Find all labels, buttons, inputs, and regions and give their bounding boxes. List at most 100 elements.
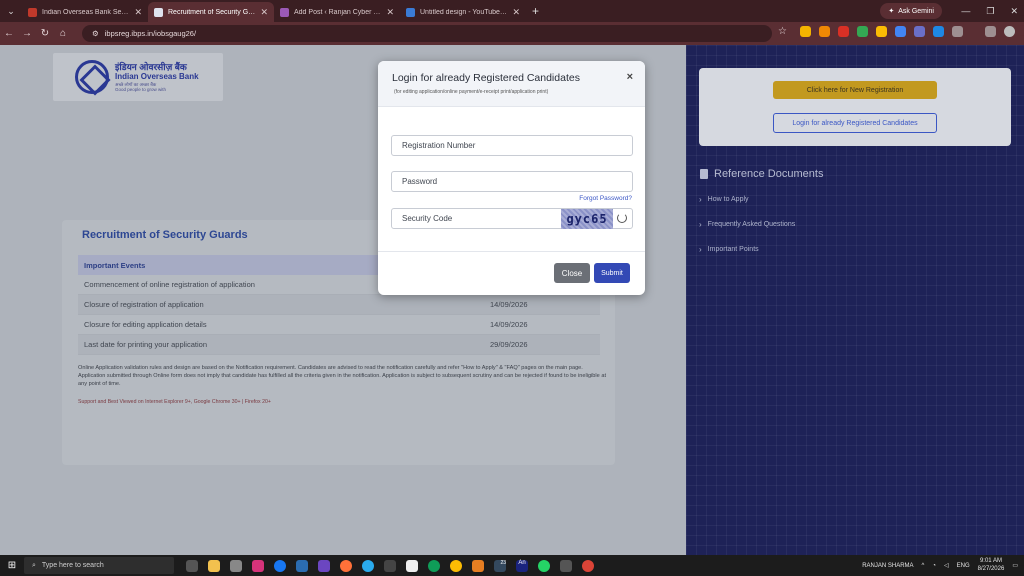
clock[interactable]: 9:01 AM 8/27/2026 bbox=[978, 558, 1005, 572]
extension-icon[interactable] bbox=[933, 26, 944, 37]
close-icon[interactable]: × bbox=[627, 71, 633, 83]
taskbar-search[interactable]: ⌕ Type here to search bbox=[24, 557, 174, 574]
new-tab-button[interactable]: + bbox=[532, 4, 539, 18]
reload-icon[interactable]: ↻ bbox=[36, 28, 54, 39]
whatsapp-icon[interactable] bbox=[538, 559, 550, 572]
home-icon[interactable]: ⌂ bbox=[54, 28, 72, 39]
app-icon[interactable]: An bbox=[516, 559, 528, 572]
puzzle-icon[interactable] bbox=[952, 26, 963, 37]
task-view-icon[interactable] bbox=[186, 559, 198, 572]
url-text: ibpsreg.ibps.in/iobsgaug26/ bbox=[104, 29, 197, 38]
extension-icon[interactable] bbox=[895, 26, 906, 37]
tab-recruitment[interactable]: Recruitment of Security Guards ✕ bbox=[148, 2, 274, 22]
capcut-icon[interactable] bbox=[406, 559, 418, 572]
event-date: 14/09/2026 bbox=[490, 320, 528, 329]
search-placeholder: Type here to search bbox=[41, 562, 104, 569]
facebook-icon[interactable] bbox=[274, 559, 286, 572]
close-button[interactable]: Close bbox=[554, 263, 590, 283]
app-icon[interactable]: 23 bbox=[494, 559, 506, 572]
favicon-icon bbox=[406, 7, 415, 17]
tab-add-post[interactable]: Add Post ‹ Ranjan Cyber Expert ✕ bbox=[274, 2, 400, 22]
chrome-icon[interactable] bbox=[450, 559, 462, 572]
chevron-right-icon: › bbox=[699, 195, 702, 204]
app-icon[interactable] bbox=[560, 559, 572, 572]
gemini-icon: ✦ bbox=[888, 8, 895, 15]
event-name: Closure for editing application details bbox=[84, 320, 207, 329]
notification-badge: 23 bbox=[500, 559, 506, 566]
recruitment-title: Recruitment of Security Guards bbox=[82, 229, 248, 241]
registration-number-input[interactable]: Registration Number bbox=[391, 135, 633, 156]
tab-close-icon[interactable]: ✕ bbox=[260, 7, 268, 18]
chevron-up-icon[interactable]: ^ bbox=[922, 563, 925, 569]
reference-item-label: How to Apply bbox=[707, 196, 749, 203]
chrome-active-icon[interactable] bbox=[582, 559, 594, 572]
close-window-icon[interactable]: ✕ bbox=[1010, 6, 1018, 17]
app-icon[interactable] bbox=[472, 559, 484, 572]
new-registration-button[interactable]: Click here for New Registration bbox=[773, 81, 937, 99]
extension-icon[interactable] bbox=[838, 26, 849, 37]
windows-start-icon[interactable]: ⊞ bbox=[0, 560, 24, 571]
submit-button[interactable]: Submit bbox=[594, 263, 630, 283]
modal-header bbox=[378, 61, 645, 107]
reference-item-how-to-apply[interactable]: › How to Apply bbox=[699, 195, 749, 204]
mail-icon[interactable] bbox=[296, 559, 308, 572]
tab-indian-overseas-bank[interactable]: Indian Overseas Bank Security ✕ bbox=[22, 2, 148, 22]
tab-close-icon[interactable]: ✕ bbox=[386, 7, 394, 18]
table-row: Closure for editing application details … bbox=[78, 315, 600, 335]
ask-gemini-button[interactable]: ✦ Ask Gemini bbox=[880, 3, 942, 19]
extension-icon[interactable] bbox=[857, 26, 868, 37]
extension-icon[interactable] bbox=[876, 26, 887, 37]
reference-item-faq[interactable]: › Frequently Asked Questions bbox=[699, 220, 795, 229]
bookmark-star-icon[interactable]: ☆ bbox=[778, 26, 787, 37]
event-name: Last date for printing your application bbox=[84, 340, 207, 349]
extension-icon[interactable] bbox=[914, 26, 925, 37]
login-registered-button[interactable]: Login for already Registered Candidates bbox=[773, 113, 937, 133]
profile-avatar-icon[interactable] bbox=[1004, 26, 1015, 37]
amazon-icon[interactable] bbox=[819, 26, 830, 37]
language-indicator[interactable]: ENG bbox=[957, 563, 970, 569]
chevron-right-icon: › bbox=[699, 245, 702, 254]
taskbar: ⊞ ⌕ Type here to search 23 An RANJAN SHA… bbox=[0, 555, 1024, 576]
window-controls: — ❐ ✕ bbox=[961, 0, 1018, 22]
modal-title: Login for already Registered Candidates bbox=[392, 72, 580, 84]
password-input[interactable]: Password bbox=[391, 171, 633, 192]
tab-bar: ⌄ Indian Overseas Bank Security ✕ Recrui… bbox=[0, 0, 1024, 22]
table-row: Closure of registration of application 1… bbox=[78, 295, 600, 315]
bank-name-english: Indian Overseas Bank bbox=[115, 72, 199, 82]
app-icon[interactable] bbox=[318, 559, 330, 572]
file-explorer-icon[interactable] bbox=[208, 559, 220, 572]
event-date: 29/09/2026 bbox=[490, 340, 528, 349]
back-icon[interactable]: ← bbox=[0, 28, 18, 39]
tab-close-icon[interactable]: ✕ bbox=[134, 7, 142, 18]
app-icon[interactable] bbox=[384, 559, 396, 572]
forgot-password-link[interactable]: Forgot Password? bbox=[579, 195, 632, 202]
edge-icon[interactable] bbox=[428, 559, 440, 572]
address-bar[interactable]: ⚙ ibpsreg.ibps.in/iobsgaug26/ bbox=[82, 25, 772, 42]
iob-logo-icon bbox=[75, 60, 109, 94]
instagram-icon[interactable] bbox=[252, 559, 264, 572]
tab-untitled-design[interactable]: Untitled design - YouTube Thum ✕ bbox=[400, 2, 526, 22]
extension-icon[interactable] bbox=[800, 26, 811, 37]
volume-icon[interactable]: ◁ bbox=[944, 562, 949, 569]
calendar-icon[interactable] bbox=[230, 559, 242, 572]
firefox-icon[interactable] bbox=[340, 559, 352, 572]
network-icon[interactable]: ◔ bbox=[932, 563, 936, 569]
site-info-icon[interactable]: ⚙ bbox=[92, 29, 99, 38]
telegram-icon[interactable] bbox=[362, 559, 374, 572]
reference-documents-heading: Reference Documents bbox=[700, 168, 823, 180]
minimize-icon[interactable]: — bbox=[961, 6, 970, 16]
tab-search-icon[interactable]: ⌄ bbox=[0, 0, 22, 22]
notification-icon[interactable]: ▭ bbox=[1012, 562, 1018, 569]
refresh-captcha-icon[interactable] bbox=[617, 213, 627, 223]
search-icon: ⌕ bbox=[32, 561, 36, 569]
forward-icon[interactable]: → bbox=[18, 28, 36, 39]
restore-icon[interactable]: ❐ bbox=[986, 6, 994, 17]
download-icon[interactable] bbox=[985, 26, 996, 37]
reference-item-important-points[interactable]: › Important Points bbox=[699, 245, 759, 254]
reference-item-label: Frequently Asked Questions bbox=[707, 221, 796, 228]
ask-gemini-label: Ask Gemini bbox=[898, 7, 934, 15]
favicon-icon bbox=[28, 7, 37, 17]
tab-close-icon[interactable]: ✕ bbox=[512, 7, 520, 18]
extensions-bar: ⋮ bbox=[800, 26, 1024, 37]
browser-toolbar: ← → ↻ ⌂ ⚙ ibpsreg.ibps.in/iobsgaug26/ ☆ … bbox=[0, 22, 1024, 45]
